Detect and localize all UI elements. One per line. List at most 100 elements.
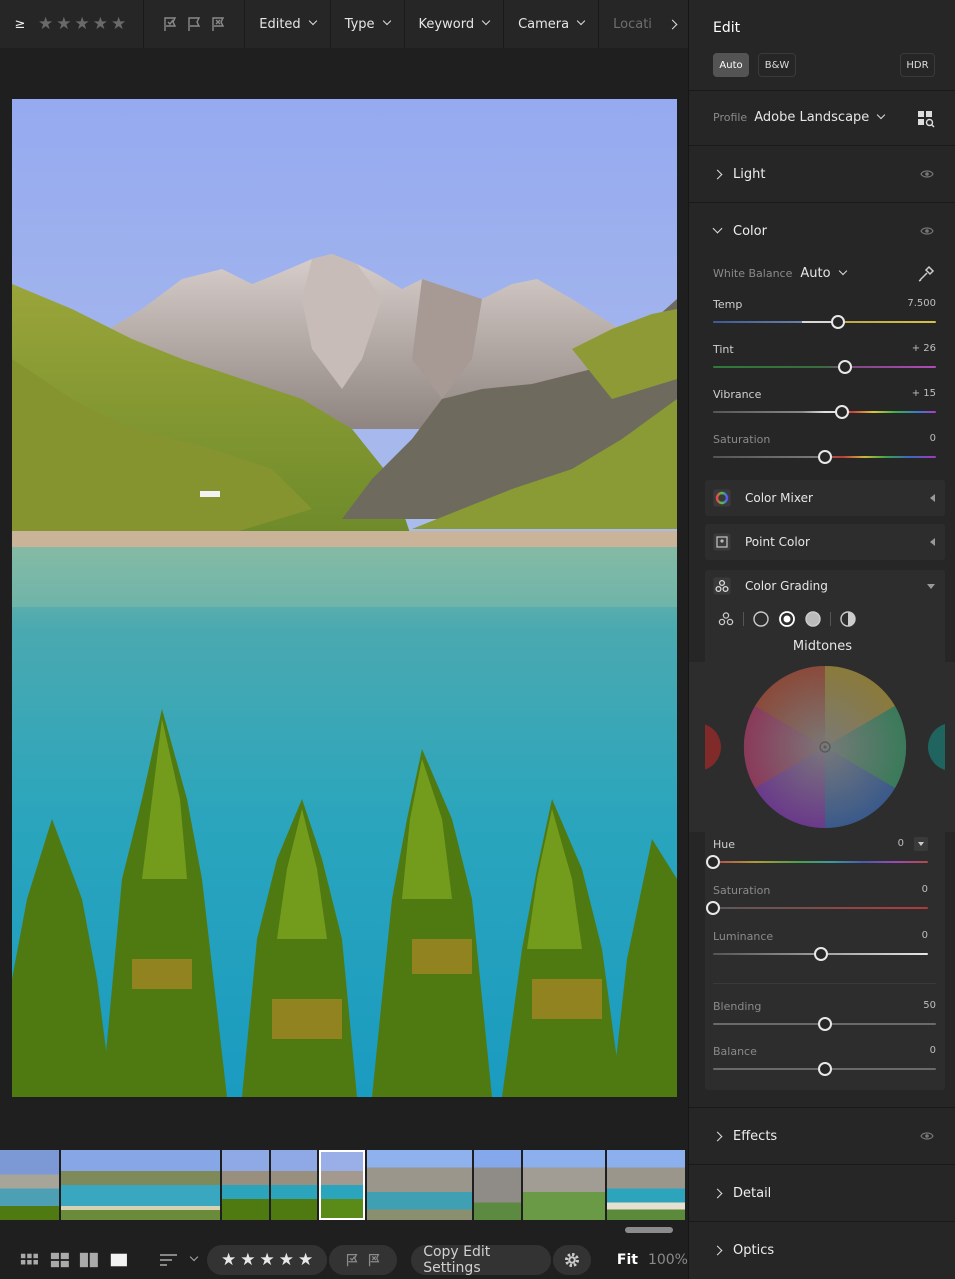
section-effects[interactable]: Effects [689,1108,955,1164]
grading-saturation-track[interactable] [713,907,928,909]
eye-icon[interactable] [920,1131,934,1141]
filmstrip-thumbnail-selected[interactable] [319,1150,365,1220]
hue-menu-button[interactable] [914,837,928,851]
rating-star-4[interactable]: ★ [279,1250,294,1270]
rating-star-1[interactable]: ★ [221,1250,236,1270]
rating-star-4[interactable]: ★ [93,14,108,34]
rating-star-2[interactable]: ★ [240,1250,255,1270]
bw-button[interactable]: B&W [758,53,796,77]
balance-knob[interactable] [817,1062,832,1076]
blending-value[interactable]: 50 [923,1000,936,1011]
detail-view-icon[interactable] [109,1251,129,1269]
profile-dropdown[interactable]: Adobe Landscape [754,110,886,125]
zoom-fit-button[interactable]: Fit [617,1252,638,1268]
temp-track[interactable] [713,321,936,323]
filmstrip-thumbnail[interactable] [607,1150,685,1220]
filmstrip-thumbnail[interactable] [523,1150,605,1220]
balance-value[interactable]: 0 [930,1045,936,1056]
filter-scroll-right[interactable] [660,0,684,48]
filmstrip-thumbnail[interactable] [367,1150,472,1220]
grading-mode-bar [717,609,917,629]
rejected-flag-icon[interactable] [366,1252,382,1268]
hue-knob[interactable] [706,855,720,869]
chevron-right-icon [712,1245,723,1255]
rating-star-2[interactable]: ★ [56,14,71,34]
flag-pill [329,1244,398,1275]
picked-flag-icon[interactable] [344,1252,360,1268]
profile-browser-icon[interactable] [917,110,935,128]
filmstrip-thumbnail[interactable] [271,1150,317,1220]
filmstrip-thumbnail[interactable] [222,1150,269,1220]
rejected-flag-icon[interactable] [209,15,227,33]
tint-value[interactable]: + 26 [912,343,936,354]
compare-view-icon[interactable] [79,1251,99,1269]
hdr-button[interactable]: HDR [900,53,935,77]
tint-label: Tint [713,343,734,356]
three-way-icon[interactable] [717,610,735,628]
picked-flag-icon[interactable] [161,15,179,33]
profile-label: Profile [713,111,748,124]
tint-knob[interactable] [837,360,852,374]
eye-icon[interactable] [920,226,934,236]
midtones-color-wheel[interactable] [689,662,955,832]
hue-value[interactable]: 0 [898,838,904,849]
vibrance-knob[interactable] [835,405,850,419]
midtones-icon[interactable] [778,610,796,628]
color-mixer-header[interactable]: Color Mixer [705,480,945,516]
grading-saturation-knob[interactable] [706,901,720,915]
saturation-value[interactable]: 0 [930,433,936,444]
divider [689,90,955,91]
luminance-knob[interactable] [813,947,828,961]
saturation-knob[interactable] [817,450,832,464]
global-icon[interactable] [839,610,857,628]
saturation-label: Saturation [713,433,771,446]
grid-view-small-icon[interactable] [20,1251,40,1269]
luminance-value[interactable]: 0 [922,930,928,941]
rating-star-3[interactable]: ★ [75,14,90,34]
color-grading-header[interactable]: Color Grading [705,568,945,604]
filter-keyword[interactable]: Keyword [405,0,505,48]
filter-location[interactable]: Locati [599,0,666,48]
section-color[interactable]: Color [689,203,955,259]
white-balance-dropdown[interactable]: Auto [800,266,847,281]
caret-down-icon [918,842,924,846]
filmstrip-thumbnail[interactable] [61,1150,220,1220]
unflagged-icon[interactable] [185,15,203,33]
rating-star-3[interactable]: ★ [259,1250,274,1270]
filter-camera[interactable]: Camera [504,0,600,48]
eye-icon[interactable] [920,169,934,179]
eyedropper-icon[interactable] [917,265,935,283]
white-balance-label: White Balance [713,267,793,280]
section-light[interactable]: Light [689,146,955,202]
vibrance-track[interactable] [713,411,936,413]
hue-track[interactable] [713,861,928,863]
filmstrip-scrollbar[interactable] [625,1227,673,1233]
copy-edit-settings-button[interactable]: Copy Edit Settings [411,1244,551,1276]
filter-type[interactable]: Type [331,0,405,48]
rating-star-1[interactable]: ★ [38,14,53,34]
filter-edited[interactable]: Edited [245,0,331,48]
zoom-100-button[interactable]: 100% [648,1252,688,1268]
shadows-icon[interactable] [752,610,770,628]
filmstrip-thumbnail[interactable] [474,1150,521,1220]
grading-saturation-value[interactable]: 0 [922,884,928,895]
settings-button[interactable] [552,1244,591,1275]
sort-button[interactable] [159,1252,199,1268]
rating-star-5[interactable]: ★ [111,14,126,34]
blending-knob[interactable] [817,1017,832,1031]
point-color-header[interactable]: Point Color [705,524,945,560]
filmstrip-thumbnail[interactable] [0,1150,59,1220]
temp-value[interactable]: 7.500 [907,298,936,309]
section-detail[interactable]: Detail [689,1165,955,1221]
color-grading-label: Color Grading [745,579,828,593]
highlights-icon[interactable] [804,610,822,628]
tint-track[interactable] [713,366,936,368]
blending-label: Blending [713,1000,762,1013]
section-optics[interactable]: Optics [689,1222,955,1278]
vibrance-value[interactable]: + 15 [912,388,936,399]
temp-knob[interactable] [830,315,845,329]
grid-view-large-icon[interactable] [50,1251,70,1269]
rating-star-5[interactable]: ★ [298,1250,313,1270]
rating-operator[interactable]: ≥ [8,12,32,36]
auto-button[interactable]: Auto [713,53,749,77]
